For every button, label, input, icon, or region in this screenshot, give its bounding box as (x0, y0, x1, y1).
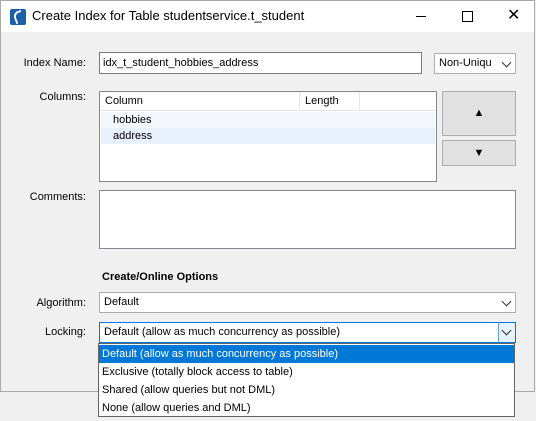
locking-option-none[interactable]: None (allow queries and DML) (99, 399, 514, 417)
window-title: Create Index for Table studentservice.t_… (32, 8, 305, 23)
locking-label: Locking: (45, 326, 86, 338)
locking-dropdown-toggle[interactable] (498, 323, 515, 342)
chevron-down-icon (501, 325, 512, 336)
move-down-button[interactable]: ▼ (442, 140, 516, 166)
minimize-button[interactable] (398, 1, 444, 32)
row-column-name: address (113, 130, 153, 142)
index-name-label: Index Name: (23, 57, 86, 69)
chevron-down-icon (501, 57, 512, 68)
row-column-name: hobbies (113, 114, 152, 126)
table-row[interactable]: address (101, 128, 435, 144)
mysql-workbench-icon (10, 9, 26, 25)
arrow-down-icon: ▼ (473, 147, 485, 159)
create-index-dialog: Create Index for Table studentservice.t_… (0, 0, 535, 392)
algorithm-select[interactable]: Default (99, 292, 516, 313)
maximize-icon (462, 11, 473, 22)
move-up-button[interactable]: ▲ (442, 91, 516, 136)
options-section-title: Create/Online Options (102, 271, 219, 283)
column-header-length[interactable]: Length (300, 92, 360, 111)
column-header-filler (360, 92, 436, 111)
comments-textarea[interactable] (99, 190, 516, 249)
locking-dropdown-list: Default (allow as much concurrency as po… (98, 343, 515, 417)
locking-value: Default (allow as much concurrency as po… (104, 326, 340, 338)
columns-label: Columns: (39, 91, 86, 103)
index-name-input[interactable]: idx_t_student_hobbies_address (99, 52, 422, 74)
table-row[interactable]: hobbies (101, 112, 435, 128)
arrow-up-icon: ▲ (473, 107, 485, 119)
close-icon: ✕ (507, 7, 521, 24)
chevron-down-icon (501, 296, 512, 307)
uniqueness-select[interactable]: Non-Uniqu (434, 53, 516, 74)
title-bar[interactable]: Create Index for Table studentservice.t_… (1, 1, 534, 32)
locking-option-exclusive[interactable]: Exclusive (totally block access to table… (99, 363, 514, 381)
close-button[interactable]: ✕ (490, 1, 536, 32)
columns-table[interactable]: Column Length hobbies address (99, 91, 437, 182)
uniqueness-value: Non-Uniqu (439, 57, 492, 69)
minimize-icon (416, 16, 426, 17)
locking-select[interactable]: Default (allow as much concurrency as po… (99, 322, 516, 343)
locking-option-default[interactable]: Default (allow as much concurrency as po… (99, 345, 514, 363)
maximize-button[interactable] (444, 1, 490, 32)
algorithm-label: Algorithm: (36, 297, 86, 309)
column-header-column[interactable]: Column (100, 92, 300, 111)
comments-label: Comments: (29, 191, 86, 203)
algorithm-value: Default (104, 296, 139, 308)
locking-option-shared[interactable]: Shared (allow queries but not DML) (99, 381, 514, 399)
